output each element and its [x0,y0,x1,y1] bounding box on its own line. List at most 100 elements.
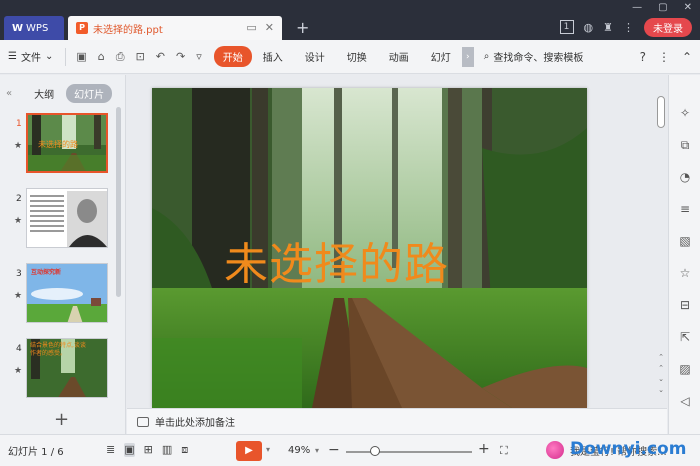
thumbnail-title: 未选择的路 [38,140,78,149]
notes-placeholder: 单击此处添加备注 [155,418,235,429]
tab-design[interactable]: 设计 [294,49,336,64]
image-icon[interactable]: ▧ [677,233,693,249]
search-icon: ⌕ [483,51,490,62]
avatar[interactable] [546,441,564,459]
slide-thumbnail[interactable]: 结合景色的特点,谈谈作者的感受。 [26,338,108,398]
slide-number: 1 [16,119,22,129]
slide-editing-area: 未选择的路 [127,75,654,408]
undo-icon[interactable]: ↶ [156,50,165,64]
new-tab-plus-icon[interactable]: + [296,18,309,37]
animation-star-icon: ★ [14,141,23,151]
notes-pane[interactable]: 单击此处添加备注 [127,408,667,434]
tab-close-icon[interactable]: ✕ [265,21,274,34]
print-preview-icon[interactable]: ⊡ [136,50,145,64]
presenter-view-icon[interactable]: ⧈ [181,443,188,457]
scrollbar-thumb[interactable] [657,96,665,128]
wps-tab-label: WPS [26,22,49,34]
document-tab[interactable]: P 未选择的路.ppt ▭ ✕ [68,16,282,40]
window-count-badge[interactable]: 1 [559,20,574,34]
site-watermark: Downyi.com [570,439,687,459]
more-options-icon[interactable]: ⋮ [658,50,670,64]
thumbnail-scrollbar[interactable] [116,107,121,297]
login-button[interactable]: 未登录 [644,17,692,37]
search-label: 查找命令、搜索模板 [493,53,584,64]
tab-transition[interactable]: 切换 [336,49,378,64]
menu-dots-icon[interactable]: ⋮ [623,21,634,34]
reading-view-icon[interactable]: ▥ [162,443,172,457]
help-icon[interactable]: ? [640,50,646,64]
file-menu-button[interactable]: ☰ 文件 ⌄ [0,49,61,64]
ribbon-more-icon[interactable]: › [461,46,474,67]
share-icon[interactable]: ⇱ [677,329,693,345]
canvas-scrollbar[interactable]: ⌃ ⌃ ⌄ ⌄ [655,90,667,408]
animation-star-icon: ★ [14,216,23,226]
shapes-icon[interactable]: ◔ [677,169,693,185]
tab-animation[interactable]: 动画 [378,49,420,64]
skin-icon[interactable]: ◍ [584,21,594,34]
thumbnail-row[interactable]: 3 ★ 互动探究新 [0,261,118,325]
archive-icon[interactable]: ⊟ [677,297,693,313]
tab-slides[interactable]: 幻灯片 [66,83,113,103]
tab-insert[interactable]: 插入 [252,49,294,64]
ribbon-tabs: 开始 插入 设计 切换 动画 幻灯 [213,46,462,67]
tab-pin-icon[interactable]: ▭ [246,21,256,34]
print-icon[interactable]: ⎙ [116,50,125,64]
ppt-file-icon: P [76,22,88,34]
zoom-slider-handle[interactable] [370,446,380,456]
slide-thumbnail[interactable]: 互动探究新 [26,263,108,323]
current-slide[interactable]: 未选择的路 [152,88,587,408]
zoom-out-icon[interactable]: − [328,442,340,458]
save-icon[interactable]: ▣ [76,50,86,64]
file-menu-label: 文件 [20,53,41,64]
quick-access-bar: ▣ ⌂ ⎙ ⊡ ↶ ↷ ▿ [70,50,207,64]
animation-star-icon: ★ [14,291,23,301]
divider [65,47,67,66]
thumbnail-row[interactable]: 2 ★ [0,186,118,250]
slide-thumbnail[interactable] [26,188,108,248]
zoom-in-icon[interactable]: + [478,441,490,457]
wps-home-tab[interactable]: W WPS [4,16,64,40]
zoom-level[interactable]: 49% [288,445,310,456]
collapse-ribbon-icon[interactable]: ⌃ [682,50,692,64]
zoom-slider[interactable] [346,451,472,453]
fit-window-icon[interactable]: ⛶ [500,444,508,458]
portrait-thumbnail-image [27,189,107,247]
thumbnail-title: 结合景色的特点,谈谈作者的感受。 [30,342,86,357]
document-tab-label: 未选择的路.ppt [93,24,163,36]
thumbnail-row[interactable]: 4 ★ 结合景色的特点,谈谈作者的感受。 [0,336,118,400]
normal-view-icon[interactable]: ▣ [124,443,135,457]
title-bar: W WPS P 未选择的路.ppt ▭ ✕ + — ▢ ✕ 1 ◍ ♜ ⋮ 未登… [0,0,700,40]
star-magic-icon[interactable]: ✧ [677,105,693,121]
redo-icon[interactable]: ↷ [176,50,185,64]
copy-icon[interactable]: ⧉ [677,137,693,153]
play-dropdown-icon[interactable]: ▾ [266,445,270,454]
tab-home[interactable]: 开始 [213,46,252,67]
zoom-dropdown-icon[interactable]: ▾ [315,446,319,455]
page-nav-arrows[interactable]: ⌃ ⌃ ⌄ ⌄ [655,352,667,396]
tab-outline[interactable]: 大纲 [34,86,54,101]
slide-thumbnail[interactable]: 未选择的路 [26,113,108,173]
play-slideshow-button[interactable]: ▶ [236,441,262,461]
slide-number: 3 [16,269,22,279]
right-toolbar: ✧ ⧉ ◔ ≡ ▧ ☆ ⊟ ⇱ ▨ ◁ [668,75,700,434]
slide-panel: « 大纲 幻灯片 1 ★ 未选择的路 2 ★ 3 ★ 互动探究新 4 ★ 结合景… [0,75,126,434]
format-painter-icon[interactable]: ⌂ [98,50,105,64]
favorite-icon[interactable]: ☆ [677,265,693,281]
view-switcher: ≣ ▣ ⊞ ▥ ⧈ [106,443,188,457]
add-slide-plus-icon[interactable]: + [54,409,69,430]
wps-logo-icon: W [12,22,23,34]
command-search[interactable]: ⌕ 查找命令、搜索模板 [484,49,584,64]
tab-slideshow[interactable]: 幻灯 [420,49,462,64]
shirt-icon[interactable]: ♜ [603,21,613,34]
customize-dropdown-icon[interactable]: ▿ [196,50,202,64]
picture-icon[interactable]: ▨ [677,361,693,377]
collapse-panel-icon[interactable]: « [6,88,12,99]
sorter-view-icon[interactable]: ⊞ [144,443,153,457]
slide-number: 2 [16,194,22,204]
list-view-icon[interactable]: ≣ [106,443,115,457]
settings-sliders-icon[interactable]: ≡ [677,201,693,217]
slide-title[interactable]: 未选择的路 [224,228,449,292]
thumbnail-row[interactable]: 1 ★ 未选择的路 [0,111,118,175]
slide-counter: 幻灯片 1 / 6 [8,447,64,458]
audio-icon[interactable]: ◁ [677,393,693,409]
